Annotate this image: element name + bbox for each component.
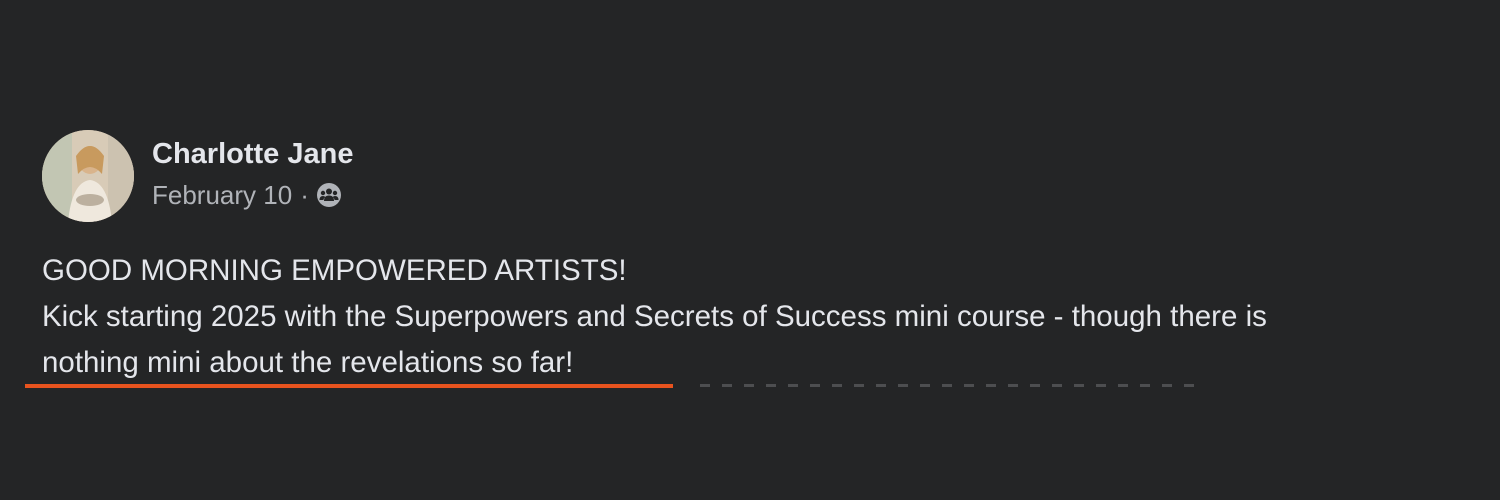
- avatar[interactable]: [42, 130, 134, 222]
- post-header: Charlotte Jane February 10 ·: [42, 130, 1472, 222]
- post-date[interactable]: February 10: [152, 180, 292, 210]
- post-meta: Charlotte Jane February 10 ·: [152, 136, 353, 210]
- author-name[interactable]: Charlotte Jane: [152, 136, 353, 172]
- profile-photo: [42, 130, 134, 222]
- post: Charlotte Jane February 10 · GOOD MORNIN…: [42, 130, 1472, 386]
- post-body: GOOD MORNING EMPOWERED ARTISTS! Kick sta…: [42, 248, 1462, 386]
- group-icon[interactable]: [315, 181, 343, 209]
- post-line-1: GOOD MORNING EMPOWERED ARTISTS!: [42, 254, 627, 287]
- post-subline: February 10 ·: [152, 180, 353, 210]
- post-line-2: Kick starting 2025 with the Superpowers …: [42, 300, 1267, 333]
- separator: ·: [300, 180, 309, 210]
- highlight-underline: [25, 384, 673, 388]
- cropped-text-fragment: [700, 380, 1200, 388]
- page: Charlotte Jane February 10 · GOOD MORNIN…: [0, 0, 1500, 500]
